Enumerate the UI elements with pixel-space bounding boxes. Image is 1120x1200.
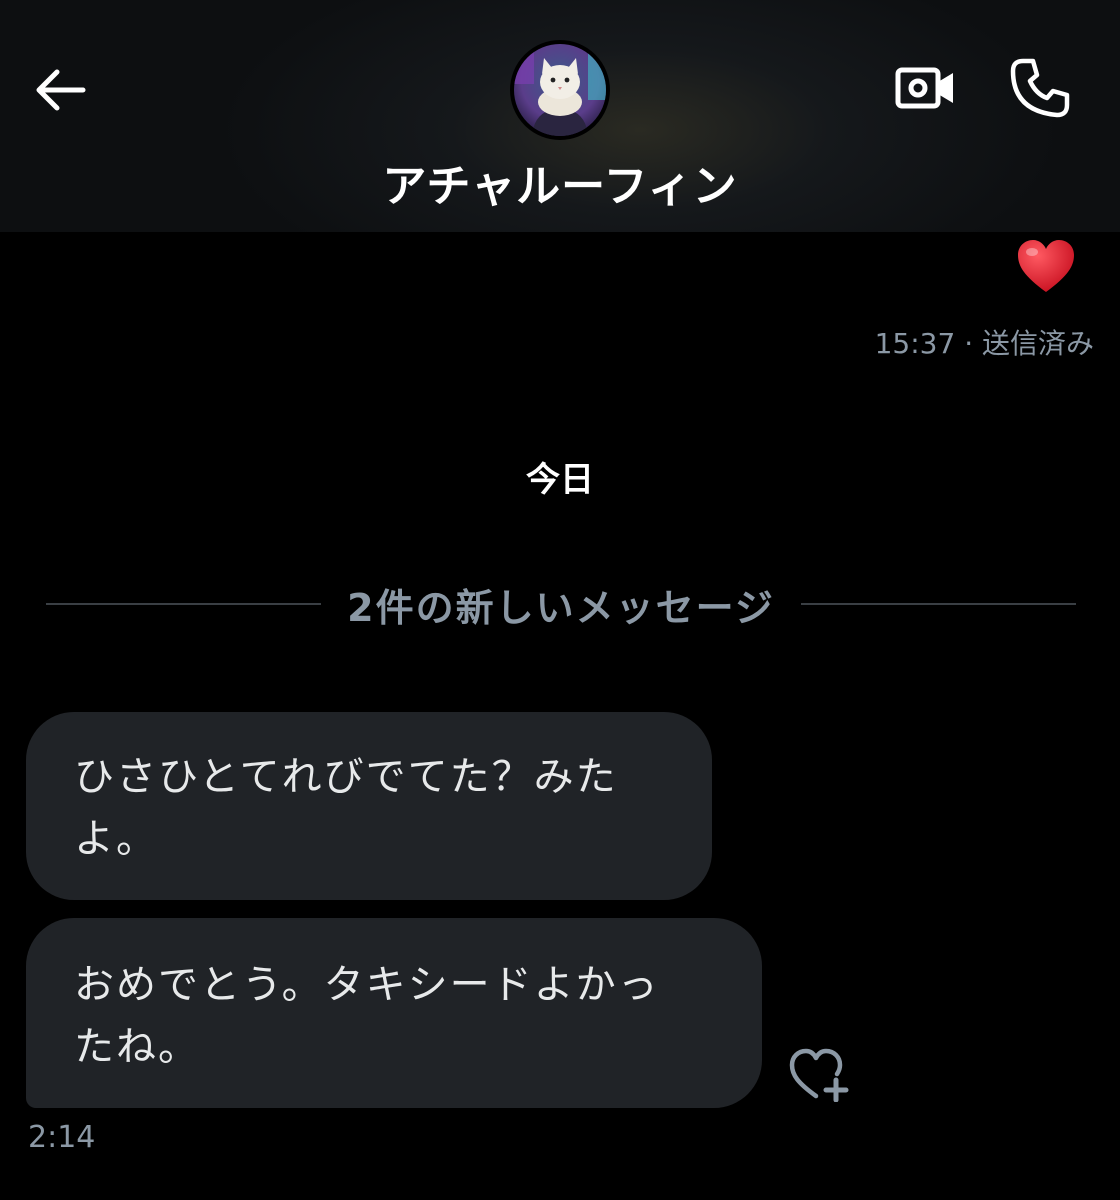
voice-call-button[interactable] [1004, 52, 1076, 124]
back-button[interactable] [28, 58, 92, 122]
new-messages-divider: 2件の新しいメッセージ [46, 572, 1076, 636]
message-text-line: たね。 [74, 1024, 200, 1070]
cat-avatar-image [514, 44, 606, 136]
new-messages-label: 2件の新しいメッセージ [347, 585, 775, 630]
heart-emoji-icon [1018, 240, 1074, 292]
add-reaction-button[interactable] [786, 1044, 854, 1104]
dm-conversation-screen: アチャルーフィン 15:37 · 送信済み 今日 2件の新しいメッセージ ひさひ… [0, 0, 1120, 1200]
received-message-bubble[interactable]: ひさひとてれびでてた？みた よ。 [26, 712, 712, 900]
received-message-time: 2:14 [28, 1120, 96, 1155]
message-text-line: ひさひとてれびでてた？みた [74, 754, 618, 800]
phone-icon [1010, 58, 1070, 118]
sent-status: · 送信済み [964, 327, 1094, 360]
divider-line-right [800, 603, 1076, 605]
video-camera-icon [895, 67, 953, 109]
day-separator: 今日 [526, 460, 594, 500]
contact-avatar[interactable] [510, 40, 610, 140]
heart-plus-icon [789, 1048, 849, 1102]
sent-time: 15:37 [874, 327, 956, 360]
video-call-button[interactable] [890, 56, 962, 120]
contact-name[interactable]: アチャルーフィン [0, 150, 1120, 214]
message-text-line: おめでとう。タキシードよかっ [74, 962, 660, 1008]
conversation-header: アチャルーフィン [0, 0, 1120, 232]
sent-message-meta: 15:37 · 送信済み [875, 322, 1094, 362]
message-text-line: よ。 [74, 816, 158, 862]
divider-line-left [46, 603, 322, 605]
arrow-left-icon [36, 69, 86, 111]
received-message-bubble[interactable]: おめでとう。タキシードよかっ たね。 [26, 918, 762, 1108]
sent-heart-message[interactable] [1016, 238, 1080, 298]
